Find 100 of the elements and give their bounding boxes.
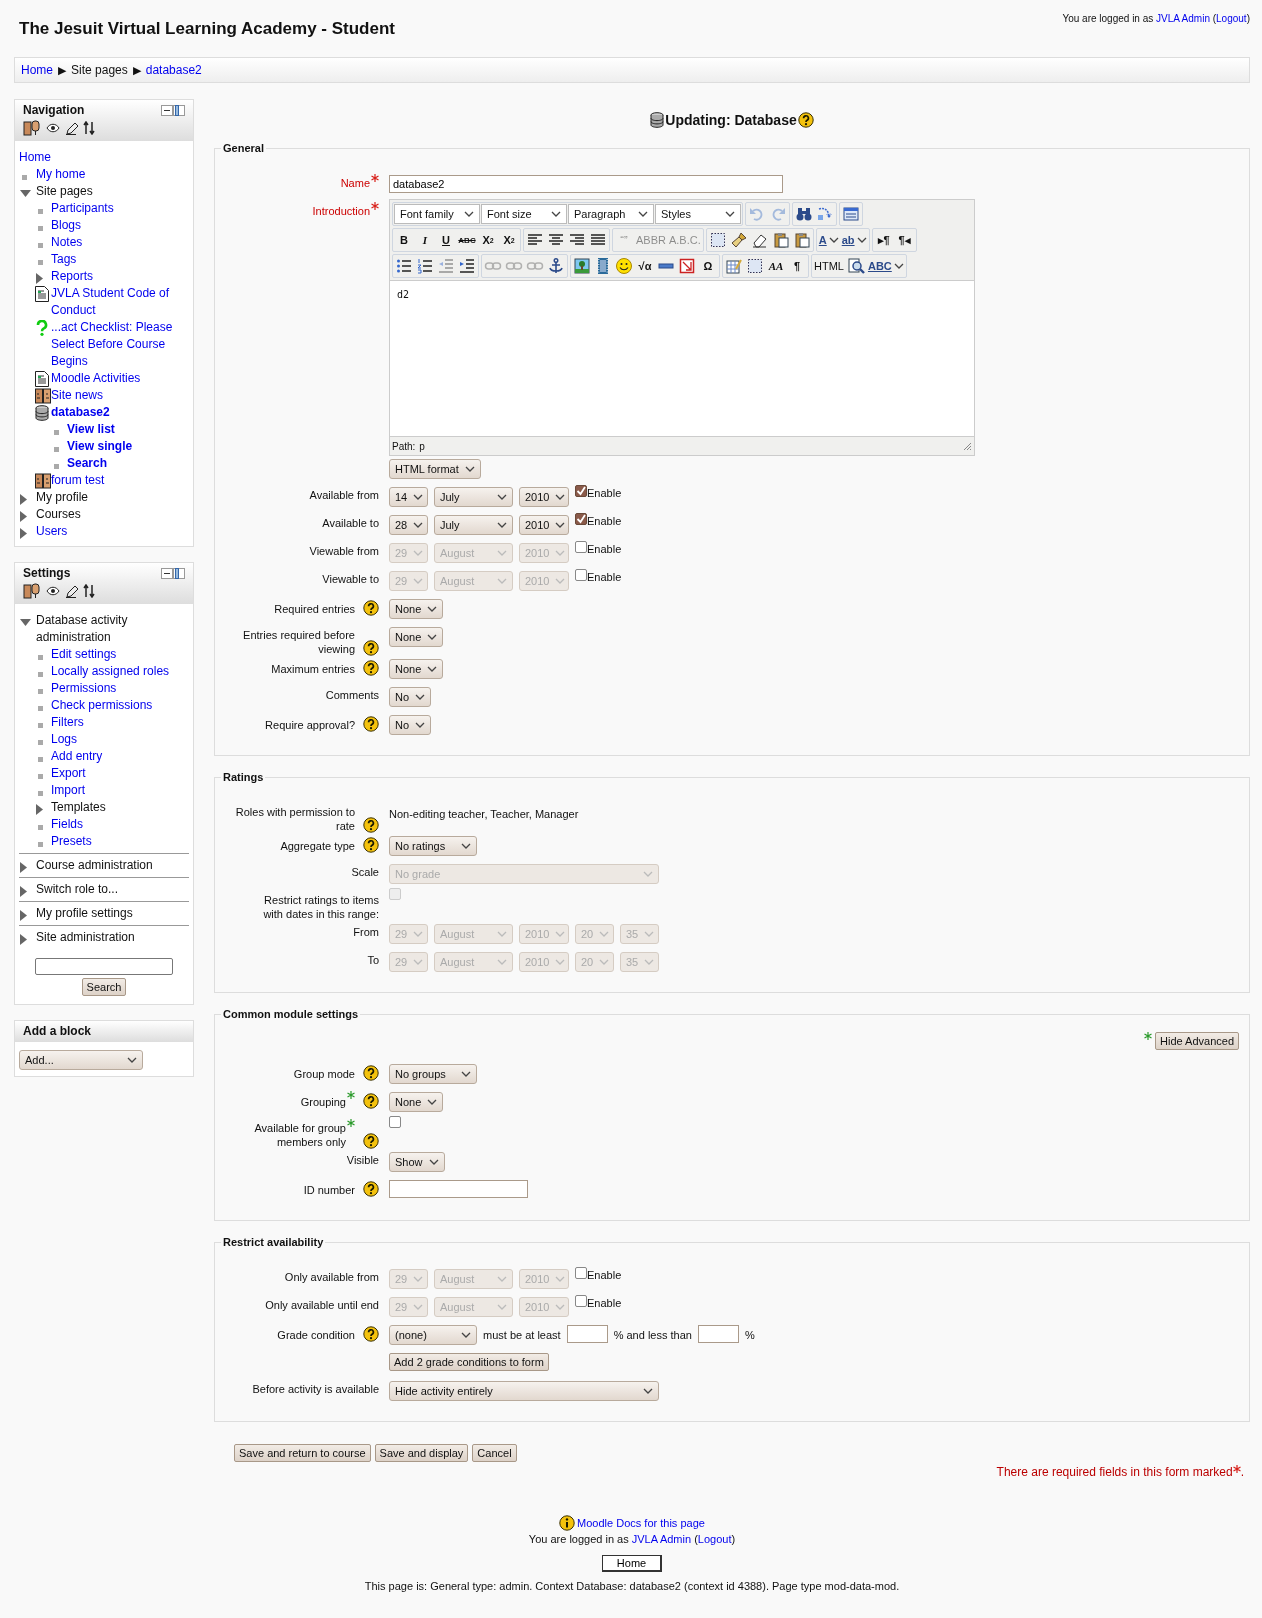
people-icon[interactable]: [23, 583, 41, 599]
help-icon[interactable]: [363, 1133, 379, 1149]
tree-link[interactable]: Fields: [51, 816, 83, 833]
collapsed-icon[interactable]: [20, 934, 27, 945]
expanded-icon[interactable]: [20, 190, 31, 197]
toolbar-button[interactable]: B: [394, 230, 414, 250]
tree-item[interactable]: Site pages: [36, 183, 93, 200]
dropdown[interactable]: No: [389, 715, 432, 735]
tree-link[interactable]: Tags: [51, 251, 77, 268]
help-icon[interactable]: [363, 1065, 379, 1081]
help-icon[interactable]: [363, 1181, 379, 1197]
tree-link[interactable]: Moodle Activities: [51, 370, 141, 387]
checkbox[interactable]: [575, 1267, 587, 1279]
help-icon[interactable]: [363, 837, 379, 853]
breadcrumb-link[interactable]: database2: [145, 63, 202, 77]
toolbar-button[interactable]: I: [415, 230, 435, 250]
tree-item[interactable]: Database activity administration: [36, 612, 189, 646]
checkbox[interactable]: [575, 541, 587, 553]
dropdown[interactable]: 2010: [519, 515, 569, 535]
pencil-icon[interactable]: [65, 584, 78, 598]
tree-link[interactable]: Filters: [51, 714, 84, 731]
toolbar-button[interactable]: HTML: [813, 256, 845, 276]
toolbar-button[interactable]: X$^{2}$: [499, 230, 519, 250]
resize-handle-icon[interactable]: [962, 441, 972, 451]
dropdown[interactable]: 2010: [519, 487, 569, 507]
dock-icon[interactable]: [173, 567, 185, 579]
toolbar-button[interactable]: [745, 256, 765, 276]
tree-item[interactable]: Site administration: [36, 929, 135, 946]
help-icon[interactable]: [797, 112, 814, 128]
eye-icon[interactable]: [46, 586, 60, 596]
path-element[interactable]: p: [419, 440, 425, 452]
dropdown[interactable]: Show: [389, 1152, 445, 1172]
search-field[interactable]: [35, 958, 173, 975]
toolbar-button[interactable]: [614, 256, 634, 276]
collapsed-icon[interactable]: [36, 273, 43, 284]
toolbar-button[interactable]: √α: [635, 256, 655, 276]
tree-link[interactable]: Search: [67, 455, 108, 472]
dropdown[interactable]: Add...: [19, 1050, 143, 1070]
checkbox[interactable]: [389, 1116, 401, 1128]
user-link[interactable]: JVLA Admin: [631, 1533, 692, 1545]
toolbar-button[interactable]: [677, 256, 697, 276]
dropdown[interactable]: 14: [389, 487, 428, 507]
dock-icon[interactable]: [173, 104, 185, 116]
eye-icon[interactable]: [46, 123, 60, 133]
tree-item[interactable]: Templates: [51, 799, 106, 816]
people-icon[interactable]: [23, 120, 41, 136]
tree-item[interactable]: Course administration: [36, 857, 153, 874]
toolbar-button[interactable]: U: [436, 230, 456, 250]
form-button[interactable]: Save and return to course: [234, 1444, 371, 1462]
logout-link[interactable]: Logout: [1216, 13, 1247, 24]
checkbox[interactable]: [575, 1295, 587, 1307]
toolbar-button[interactable]: ¶◂: [894, 230, 915, 250]
home-button[interactable]: Home: [601, 1555, 663, 1572]
tree-link[interactable]: Logs: [51, 731, 78, 748]
dropdown[interactable]: No: [389, 687, 432, 707]
tree-item[interactable]: Courses: [36, 506, 81, 523]
text-field[interactable]: [566, 1325, 608, 1343]
help-icon[interactable]: [363, 716, 379, 732]
tree-link[interactable]: Participants: [51, 200, 114, 217]
toolbar-button[interactable]: A: [817, 230, 840, 250]
dropdown[interactable]: No groups: [389, 1064, 477, 1084]
collapsed-icon[interactable]: [20, 886, 27, 897]
toolbar-button[interactable]: [457, 256, 477, 276]
toolbar-button[interactable]: Ω: [698, 256, 718, 276]
dropdown[interactable]: July: [434, 515, 513, 535]
dropdown[interactable]: Paragraph: [568, 204, 654, 224]
tree-link[interactable]: Edit settings: [51, 646, 117, 663]
collapsed-icon[interactable]: [20, 494, 27, 505]
tree-link[interactable]: JVLA Student Code of Conduct: [51, 285, 189, 319]
tree-link[interactable]: Locally assigned roles: [51, 663, 170, 680]
toolbar-button[interactable]: [415, 256, 435, 276]
text-field[interactable]: database2: [389, 175, 783, 193]
dropdown[interactable]: None: [389, 627, 444, 647]
dropdown[interactable]: (none): [389, 1325, 477, 1345]
user-link[interactable]: JVLA Admin: [1156, 13, 1210, 24]
breadcrumb-link[interactable]: Home: [21, 63, 53, 77]
dropdown[interactable]: 28: [389, 515, 428, 535]
dropdown[interactable]: None: [389, 1092, 444, 1112]
toolbar-button[interactable]: [546, 256, 566, 276]
hide-advanced-button[interactable]: Hide Advanced: [1155, 1032, 1239, 1050]
help-icon[interactable]: [363, 1326, 379, 1342]
dropdown[interactable]: None: [389, 599, 444, 619]
form-button[interactable]: Save and display: [374, 1444, 469, 1462]
search-button[interactable]: Search: [81, 978, 127, 996]
tree-link[interactable]: Import: [51, 782, 85, 799]
text-field[interactable]: [697, 1325, 739, 1343]
tree-item[interactable]: My profile: [36, 489, 88, 506]
help-icon[interactable]: [363, 660, 379, 676]
toolbar-button[interactable]: AA: [766, 256, 786, 276]
dropdown[interactable]: Font family: [394, 204, 480, 224]
tree-link[interactable]: Permissions: [51, 680, 117, 697]
text-field[interactable]: [389, 1180, 528, 1198]
dropdown[interactable]: Styles: [655, 204, 741, 224]
expanded-icon[interactable]: [20, 619, 31, 626]
tree-link[interactable]: Presets: [51, 833, 92, 850]
dropdown[interactable]: Hide activity entirely: [389, 1381, 659, 1401]
dropdown[interactable]: HTML format: [389, 459, 481, 479]
help-icon[interactable]: [363, 640, 379, 656]
dropdown[interactable]: None: [389, 659, 444, 679]
tree-link[interactable]: My home: [36, 166, 86, 183]
